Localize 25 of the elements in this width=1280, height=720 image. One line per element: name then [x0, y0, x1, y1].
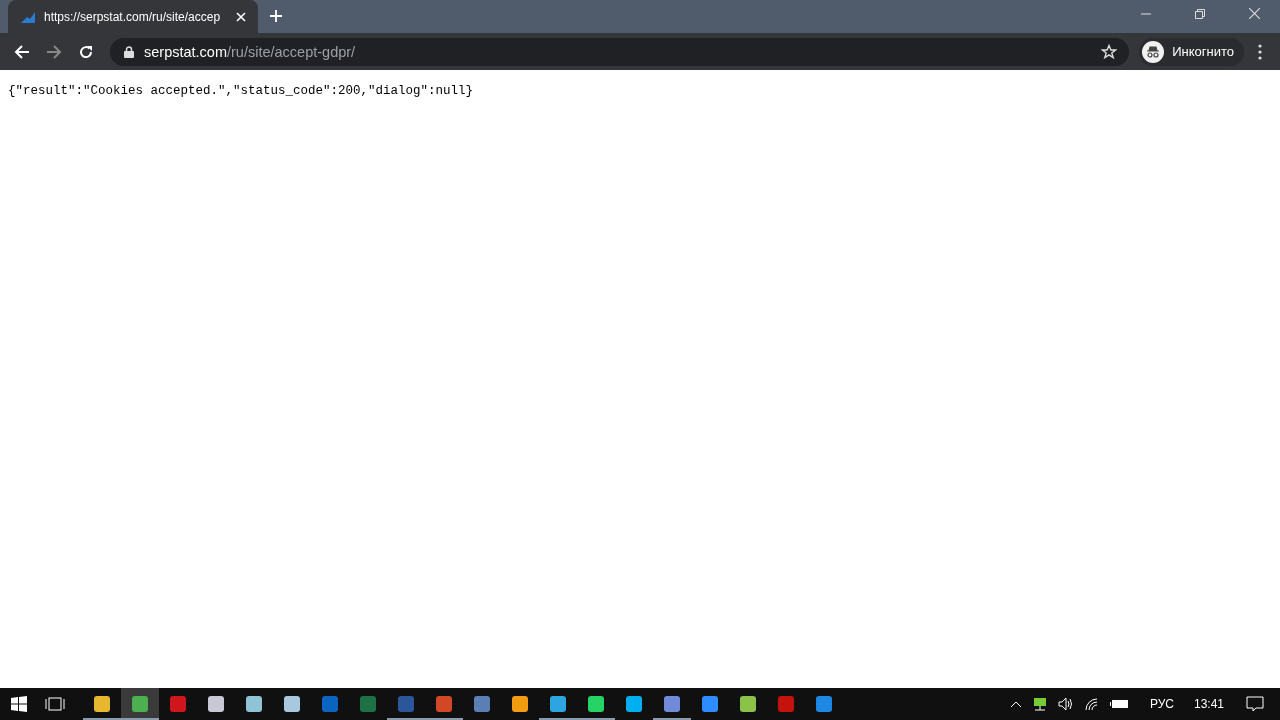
- network-icon[interactable]: [1031, 697, 1048, 711]
- volume-icon[interactable]: [1057, 697, 1074, 711]
- forward-icon[interactable]: [46, 43, 62, 60]
- tab-title: https://serpstat.com/ru/site/accep: [44, 9, 222, 24]
- back-icon[interactable]: [14, 43, 30, 60]
- windows-start-icon[interactable]: [11, 696, 27, 712]
- chevron-up-icon[interactable]: [1009, 700, 1022, 708]
- new-tab-icon[interactable]: [270, 10, 282, 22]
- lock-icon: [124, 45, 134, 58]
- star-icon[interactable]: [1101, 43, 1118, 60]
- restore-icon[interactable]: [1195, 9, 1205, 19]
- input-language[interactable]: РУС: [1149, 697, 1174, 711]
- incognito-icon: [1142, 40, 1165, 63]
- address-bar[interactable]: serpstat.com/ru/site/accept-gdpr/: [110, 37, 1130, 66]
- battery-icon[interactable]: [1109, 698, 1130, 710]
- browser-tab[interactable]: https://serpstat.com/ru/site/accep: [8, 0, 258, 33]
- menu-icon[interactable]: [1258, 43, 1262, 60]
- reload-icon[interactable]: [78, 43, 94, 60]
- task-view-icon[interactable]: [45, 696, 65, 712]
- wifi-icon[interactable]: [1083, 697, 1100, 711]
- clock-text[interactable]: 13:41: [1193, 697, 1224, 711]
- incognito-button[interactable]: Инкогнито: [1139, 37, 1244, 66]
- notifications-icon[interactable]: [1246, 696, 1264, 712]
- json-response-text: {"result":"Cookies accepted.","status_code":200,"dialog":null}: [8, 84, 475, 98]
- url-text: serpstat.com/ru/site/accept-gdpr/: [144, 43, 356, 60]
